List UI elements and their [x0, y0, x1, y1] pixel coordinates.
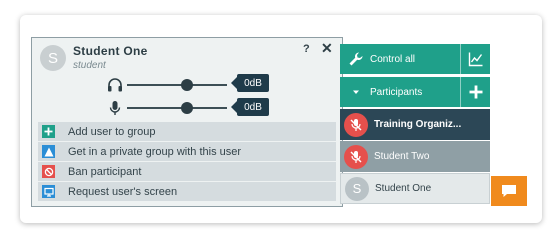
chat-bubble-icon [502, 185, 516, 197]
control-all-button[interactable]: Control all [340, 44, 490, 74]
add-group-icon [42, 125, 55, 138]
action-label: Add user to group [68, 125, 156, 138]
mic-muted-icon [344, 144, 368, 169]
add-user-to-group-button[interactable]: Add user to group [38, 122, 336, 141]
plus-icon [469, 85, 482, 99]
private-group-button[interactable]: Get in a private group with this user [38, 142, 336, 161]
speaker-volume-track[interactable] [127, 84, 227, 86]
participants-toggle[interactable]: Participants [340, 77, 490, 107]
participant-actions: Add user to group Get in a private group… [38, 122, 336, 202]
participant-name: Student One [73, 44, 148, 58]
participant-name: Training Organiz... [374, 119, 462, 130]
speaker-volume-knob[interactable] [181, 79, 193, 91]
microphone-volume-knob[interactable] [181, 102, 193, 114]
action-label: Request user's screen [68, 185, 178, 198]
action-label: Ban participant [68, 165, 142, 178]
list-item[interactable]: Student Two [340, 141, 490, 172]
wrench-icon [349, 52, 363, 66]
close-button[interactable]: ✕ [321, 40, 333, 57]
avatar: S [345, 176, 369, 201]
participant-role: student [73, 60, 106, 71]
action-label: Get in a private group with this user [68, 145, 242, 158]
participant-name: Student Two [374, 151, 430, 162]
request-screen-button[interactable]: Request user's screen [38, 182, 336, 201]
microphone-db-badge: 0dB [231, 98, 269, 116]
speaker-db-badge: 0dB [231, 74, 269, 92]
ban-participant-button[interactable]: Ban participant [38, 162, 336, 181]
avatar: S [40, 45, 66, 71]
chart-icon [468, 52, 482, 67]
add-participant-button[interactable] [460, 77, 490, 107]
participant-name: Student One [375, 183, 432, 194]
participants-label: Participants [370, 86, 423, 98]
control-all-label: Control all [370, 53, 416, 65]
help-button[interactable]: ? [303, 43, 310, 55]
headphones-icon [108, 78, 122, 92]
list-item[interactable]: Training Organiz... [340, 109, 490, 140]
ban-icon [42, 165, 55, 178]
private-group-icon [42, 145, 55, 158]
screen-icon [42, 185, 55, 198]
participant-list: Training Organiz... Student Two S Studen… [340, 109, 490, 205]
microphone-volume-track[interactable] [127, 107, 227, 109]
mic-muted-icon [344, 112, 368, 137]
statistics-button[interactable] [460, 44, 490, 74]
caret-down-icon [353, 90, 359, 94]
microphone-icon [109, 101, 121, 115]
list-item[interactable]: S Student One [340, 173, 490, 204]
participant-popup: S Student One student ? ✕ 0dB 0dB Add us… [31, 37, 343, 207]
chat-button[interactable] [491, 176, 527, 206]
